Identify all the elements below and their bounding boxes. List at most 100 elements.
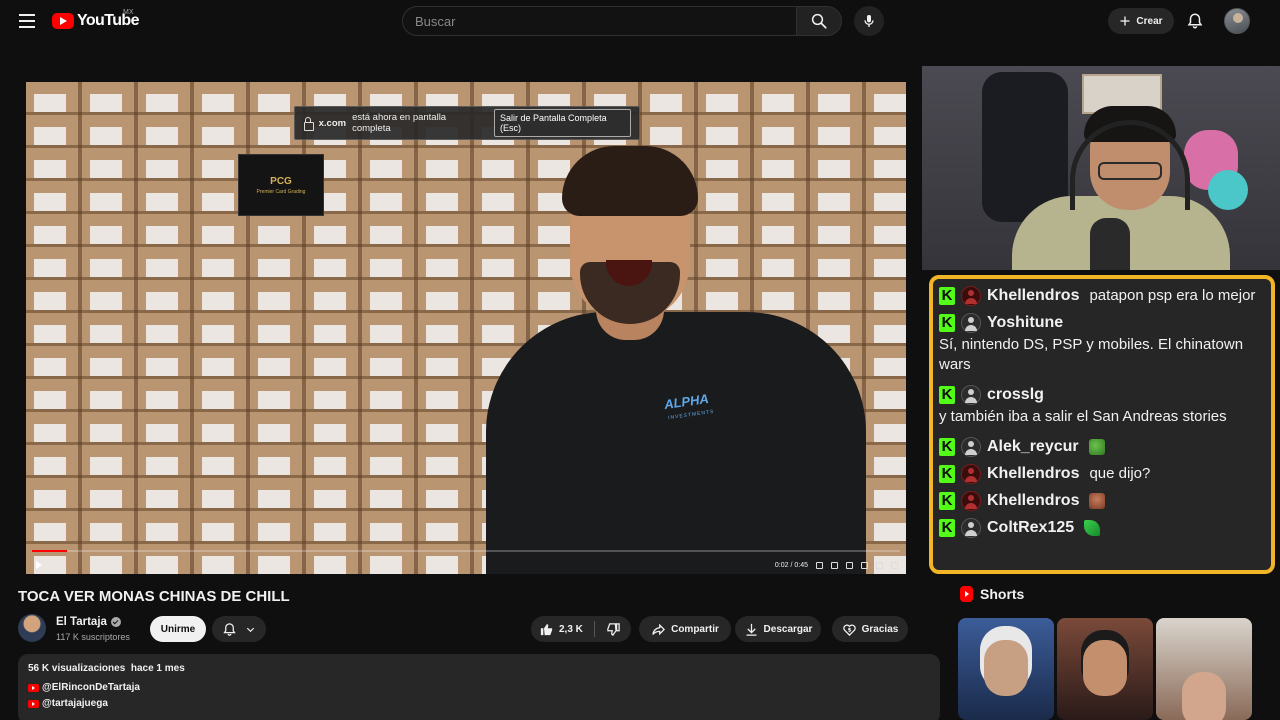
settings-gear-icon[interactable]	[846, 561, 853, 569]
verified-check-icon	[110, 617, 121, 627]
chat-username[interactable]: Khellendros	[987, 286, 1079, 306]
description-meta: 56 K visualizaciones hace 1 mes	[28, 663, 930, 674]
thumbs-up-icon[interactable]	[539, 622, 554, 637]
description-link[interactable]: @ElRinconDeTartaja	[28, 682, 930, 693]
like-dislike-group: 2,3 K	[531, 616, 631, 642]
download-label: Descargar	[763, 623, 813, 635]
channel-name-row[interactable]: El Tartaja	[56, 616, 121, 628]
voice-search-button[interactable]	[854, 6, 884, 36]
kick-badge-icon: K	[939, 438, 955, 456]
search-icon	[811, 13, 827, 29]
thumbs-down-icon[interactable]	[606, 622, 621, 637]
streamer-webcam	[922, 66, 1280, 270]
share-button[interactable]: Compartir	[639, 616, 731, 642]
video-progress-bar[interactable]	[32, 550, 900, 552]
channel-name[interactable]: El Tartaja	[56, 616, 107, 628]
download-icon	[746, 623, 757, 636]
video-player[interactable]: PCG Premier Card Grading ALPHA INVESTMEN…	[26, 82, 906, 574]
short-thumbnail[interactable]	[958, 618, 1054, 720]
search-button[interactable]	[796, 6, 842, 36]
chat-message-text: patapon psp era lo mejor	[1089, 287, 1256, 304]
chat-message: K Khellendros patapon psp era lo mejor	[939, 284, 1265, 308]
share-label: Compartir	[671, 623, 719, 635]
chat-username[interactable]: Khellendros	[987, 491, 1079, 511]
chat-user-avatar-icon	[961, 385, 981, 405]
like-count[interactable]: 2,3 K	[559, 624, 583, 635]
chat-username[interactable]: ColtRex125	[987, 518, 1074, 538]
create-label: Crear	[1136, 15, 1163, 27]
svg-text:$: $	[847, 627, 851, 633]
plus-icon	[1120, 16, 1130, 26]
channel-link-1[interactable]: @ElRinconDeTartaja	[42, 682, 140, 693]
chat-message: K ColtRex125	[939, 516, 1265, 540]
download-button[interactable]: Descargar	[735, 616, 821, 642]
subscriber-count: 117 K suscriptores	[56, 632, 130, 642]
chat-overlay: K Khellendros patapon psp era lo mejor K Yos…	[929, 275, 1275, 574]
super-thanks-icon: $	[842, 624, 856, 636]
short-thumbnail[interactable]	[1057, 618, 1153, 720]
create-button[interactable]: Crear	[1108, 8, 1174, 34]
pcg-sub-text: Premier Card Grading	[256, 188, 306, 195]
hamburger-menu-icon[interactable]	[14, 9, 40, 33]
search-bar	[402, 6, 842, 36]
kick-badge-icon: K	[939, 492, 955, 510]
join-button[interactable]: Unirme	[150, 616, 206, 642]
upload-age: hace 1 mes	[130, 663, 185, 674]
thanks-label: Gracias	[861, 623, 899, 635]
theater-icon[interactable]	[876, 561, 883, 569]
channel-avatar[interactable]	[18, 614, 46, 642]
chat-username[interactable]: crosslg	[987, 385, 1044, 405]
chat-message: K Yoshitune Sí, nintendo DS, PSP y mobiles…	[939, 311, 1265, 375]
bell-icon	[223, 622, 236, 636]
video-controls: 0:02 / 0:45	[26, 556, 906, 574]
chat-message-text: y también iba a salir el San Andreas sto…	[939, 408, 1227, 425]
chat-message-text: Sí, nintendo DS, PSP y mobiles. El china…	[939, 336, 1244, 373]
chevron-down-icon	[246, 627, 255, 632]
channel-link-2[interactable]: @tartajajuega	[42, 698, 108, 709]
fullscreen-domain: x.com	[318, 117, 347, 129]
description-link[interactable]: @tartajajuega	[28, 698, 930, 709]
fullscreen-notice: x.com está ahora en pantalla completa Sa…	[294, 106, 640, 140]
chat-message-header: K Khellendros que dijo?	[939, 462, 1265, 486]
chat-message: K Alek_reycur	[939, 435, 1265, 459]
chat-message-header: K ColtRex125	[939, 516, 1265, 540]
chat-user-avatar-icon	[961, 437, 981, 457]
short-thumbnail[interactable]	[1156, 618, 1252, 720]
youtube-play-icon	[52, 13, 74, 29]
kick-badge-icon: K	[939, 314, 955, 332]
frog-emote-icon	[1088, 439, 1105, 455]
play-icon[interactable]	[36, 561, 42, 569]
thanks-button[interactable]: $ Gracias	[832, 616, 908, 642]
bell-icon	[1187, 13, 1203, 29]
fullscreen-icon[interactable]	[891, 561, 898, 569]
notifications-button[interactable]	[1184, 10, 1206, 32]
youtube-small-icon	[28, 683, 39, 692]
chat-user-avatar-icon	[961, 464, 981, 484]
face-emote-icon	[1089, 493, 1106, 509]
chat-message-header: Kcrosslg	[939, 383, 1265, 407]
microphone-icon	[864, 15, 874, 27]
share-icon	[652, 623, 666, 635]
chat-user-avatar-icon	[961, 491, 981, 511]
glasses	[1098, 162, 1162, 180]
exit-fullscreen-button[interactable]: Salir de Pantalla Completa (Esc)	[494, 109, 631, 137]
volume-icon[interactable]	[831, 561, 838, 569]
account-avatar[interactable]	[1224, 8, 1250, 34]
subscription-button[interactable]	[212, 616, 266, 642]
shorts-heading: Shorts	[960, 586, 1024, 602]
chat-message-header: K Yoshitune	[939, 311, 1265, 335]
youtube-small-icon	[28, 699, 39, 708]
chat-username[interactable]: Alek_reycur	[987, 437, 1079, 457]
chat-username[interactable]: Yoshitune	[987, 313, 1063, 333]
search-input[interactable]	[402, 6, 796, 36]
chat-message-header: K Khellendros patapon psp era lo mejor	[939, 284, 1265, 308]
chat-message-header: K Khellendros	[939, 489, 1265, 513]
chapters-icon[interactable]	[816, 561, 823, 569]
chat-message: K Khellendros que dijo?	[939, 462, 1265, 486]
shorts-label: Shorts	[980, 586, 1025, 602]
time-current: 0:02	[774, 561, 789, 569]
chat-username[interactable]: Khellendros	[987, 464, 1079, 484]
description-box[interactable]: 56 K visualizaciones hace 1 mes @ElRinco…	[18, 654, 940, 720]
video-progress-fill	[32, 550, 67, 552]
miniplayer-icon[interactable]	[861, 561, 868, 569]
